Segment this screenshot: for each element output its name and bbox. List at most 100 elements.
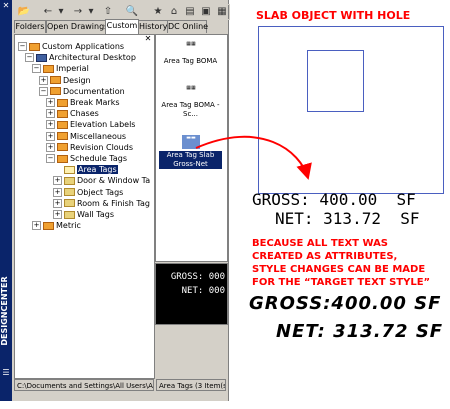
tree-item-label: Schedule Tags — [70, 154, 128, 163]
collapse-icon[interactable]: − — [46, 154, 55, 163]
tree-item-label: Area Tags — [77, 165, 118, 175]
tree-item[interactable]: − Documentation — [39, 86, 125, 97]
back-icon[interactable]: ← — [40, 4, 56, 20]
styled-net-text: NET: 313.72 SF — [276, 321, 444, 342]
tree-item-label: Metric — [56, 221, 81, 231]
note-text: BECAUSE ALL TEXT WAS CREATED AS ATTRIBUT… — [252, 237, 448, 289]
tree-item[interactable]: − Schedule Tags — [46, 153, 127, 164]
preview-pane: GROSS: 000 NET: 000 — [155, 263, 228, 325]
tab-bar: Folders Open Drawings Custom History DC … — [14, 19, 226, 34]
slab-title: SLAB OBJECT WITH HOLE — [256, 9, 411, 22]
gross-area-text: GROSS: 400.00 SF — [252, 190, 416, 209]
load-icon[interactable]: 📂 — [16, 4, 32, 20]
note-line: STYLE CHANGES CAN BE MADE — [252, 264, 426, 275]
area-tag-slab-thumbnail[interactable]: ▬▬ — [182, 135, 200, 149]
area-tag-boma-sc-thumbnail[interactable]: ▦▦ — [182, 85, 200, 99]
collapse-icon[interactable]: − — [25, 53, 34, 63]
favorites-icon[interactable]: ★ — [150, 4, 166, 20]
tree-item[interactable]: + Object Tags — [53, 187, 123, 198]
folder-icon — [64, 176, 75, 185]
tab-history[interactable]: History — [138, 20, 168, 33]
content-item-area-tag-boma[interactable]: Area Tag BOMA — [156, 57, 225, 66]
tree-close-icon[interactable]: ✕ — [144, 35, 152, 43]
tree-toggle-icon[interactable]: ▤ — [182, 4, 198, 20]
tree-item[interactable]: − Imperial — [32, 63, 89, 74]
tree-item-label: Break Marks — [70, 98, 120, 107]
toolbar: 📂 ← ▾ → ▾ ⇧ 🔍 ★ ⌂ ▤ ▣ ▦ — [14, 2, 230, 20]
tree-item[interactable]: Area Tags — [53, 164, 118, 175]
tab-folders[interactable]: Folders — [14, 20, 46, 33]
content-pane[interactable]: ▦▦ Area Tag BOMA ▦▦ Area Tag BOMA - Sc..… — [155, 34, 228, 262]
tree-item[interactable]: + Revision Clouds — [46, 142, 133, 153]
forward-icon[interactable]: → — [70, 4, 86, 20]
tree-item[interactable]: + Elevation Labels — [46, 119, 135, 130]
content-item-area-tag-boma-sc[interactable]: Area Tag BOMA - Sc... — [156, 101, 225, 119]
tree-item[interactable]: + Metric — [32, 220, 81, 231]
forward-dropdown-icon[interactable]: ▾ — [86, 4, 96, 20]
tree-item-label: Room & Finish Tag — [77, 198, 150, 208]
tree-item[interactable]: − Custom Applications — [18, 41, 124, 52]
tree-item[interactable]: − Architectural Desktop — [25, 52, 136, 63]
tab-dc-online[interactable]: DC Online — [167, 20, 208, 33]
folder-icon — [57, 98, 68, 107]
folder-icon — [57, 109, 68, 118]
tree-item[interactable]: + Design — [39, 75, 91, 86]
folder-icon — [50, 87, 61, 96]
folder-icon — [64, 188, 75, 197]
expand-icon[interactable]: + — [39, 75, 48, 85]
tree-item-label: Chases — [70, 109, 99, 119]
tree-item[interactable]: + Room & Finish Tag — [53, 198, 150, 209]
tab-open-drawings[interactable]: Open Drawings — [46, 20, 108, 33]
tree-item-label: Custom Applications — [42, 42, 125, 51]
home-icon[interactable]: ⌂ — [166, 4, 182, 20]
expand-icon[interactable]: + — [46, 142, 55, 152]
tree-item-label: Revision Clouds — [70, 142, 133, 152]
note-line: FOR THE “TARGET TEXT STYLE” — [252, 277, 431, 288]
note-line: CREATED AS ATTRIBUTES, — [252, 251, 398, 262]
tree-item[interactable]: + Break Marks — [46, 97, 120, 108]
description-pane — [155, 325, 226, 377]
close-icon[interactable]: ✕ — [2, 2, 10, 10]
folder-icon — [57, 120, 68, 129]
slab-hole-outline — [307, 50, 364, 112]
expand-icon[interactable]: + — [53, 176, 62, 186]
search-icon[interactable]: 🔍 — [124, 4, 140, 20]
expand-icon[interactable]: + — [32, 221, 41, 231]
content-item-area-tag-slab[interactable]: Area Tag Slab Gross-Net — [159, 151, 222, 169]
status-count: Area Tags (3 Item(s)) — [156, 379, 226, 391]
preview-net-text: NET: 000 — [181, 286, 225, 296]
styled-gross-text: GROSS:400.00 SF — [249, 293, 442, 314]
area-tag-boma-thumbnail[interactable]: ▦▦ — [182, 41, 200, 55]
folder-icon — [57, 132, 68, 141]
tree-item[interactable]: + Wall Tags — [53, 209, 114, 220]
collapse-icon[interactable]: − — [39, 86, 48, 96]
tab-custom[interactable]: Custom — [105, 19, 139, 34]
preview-icon[interactable]: ▣ — [198, 4, 214, 20]
up-icon[interactable]: ⇧ — [100, 4, 116, 20]
collapse-icon[interactable]: − — [32, 64, 41, 74]
tree-item[interactable]: + Chases — [46, 108, 99, 119]
back-dropdown-icon[interactable]: ▾ — [56, 4, 66, 20]
folder-icon — [57, 143, 68, 152]
folder-icon — [64, 199, 75, 208]
collapse-icon[interactable]: − — [18, 42, 27, 51]
expand-icon[interactable]: + — [46, 131, 55, 141]
folder-icon — [43, 221, 54, 230]
views-icon[interactable]: ▦ — [214, 4, 230, 20]
tree-item-label: Wall Tags — [77, 210, 114, 219]
properties-icon[interactable]: ☰ — [2, 368, 10, 378]
folder-tree[interactable]: − Custom Applications − Architectural Deskt… — [14, 34, 155, 379]
tree-item-label: Design — [63, 75, 91, 85]
folder-icon — [64, 165, 75, 174]
palette-title: DESIGNCENTER — [0, 276, 9, 346]
expand-icon[interactable]: + — [53, 187, 62, 197]
expand-icon[interactable]: + — [46, 109, 55, 119]
expand-icon[interactable]: + — [53, 198, 62, 208]
expand-icon[interactable]: + — [46, 120, 55, 130]
expand-icon[interactable]: + — [53, 210, 62, 219]
tree-item[interactable]: + Door & Window Ta — [53, 175, 150, 186]
folder-icon — [29, 42, 40, 51]
expand-icon[interactable]: + — [46, 98, 55, 107]
tree-item-label: Imperial — [56, 64, 89, 74]
tree-item[interactable]: + Miscellaneous — [46, 131, 126, 142]
